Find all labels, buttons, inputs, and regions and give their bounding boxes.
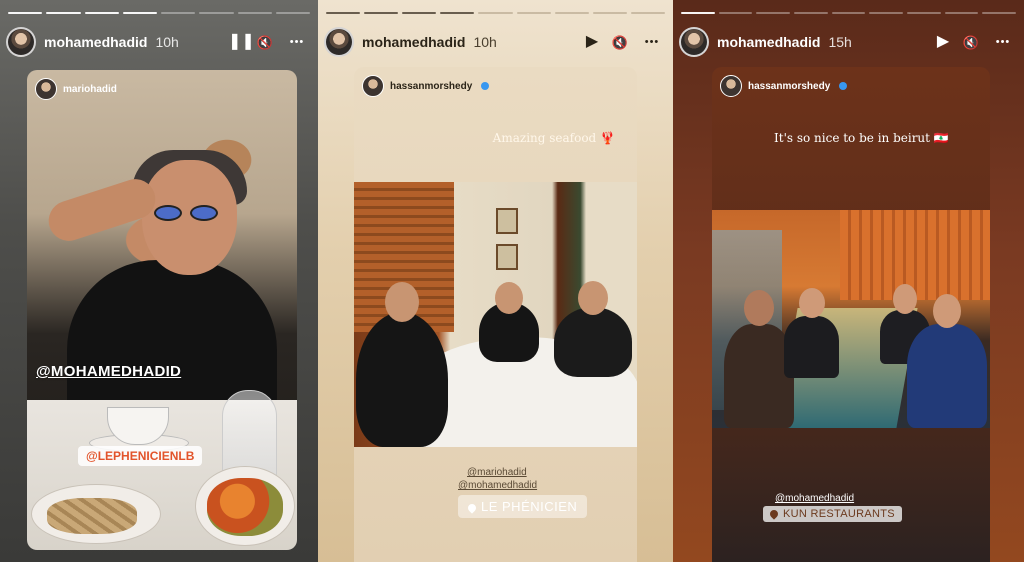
card-avatar [720, 75, 742, 97]
progress-segment [478, 12, 513, 14]
reshared-story-card[interactable]: hassanmorshedy Amazing seafood 🦞 @marioh… [354, 67, 637, 562]
play-icon[interactable]: ▶ [934, 34, 952, 50]
story-username[interactable]: mohamedhadid [362, 34, 465, 50]
mute-icon[interactable]: 🔇 [962, 36, 980, 49]
story-progress-bar [326, 12, 665, 14]
location-sticker[interactable]: KUN RESTAURANTS [763, 506, 902, 522]
progress-segment [199, 12, 234, 14]
mute-icon[interactable]: 🔇 [611, 36, 629, 49]
progress-segment [794, 12, 828, 14]
progress-segment [718, 12, 753, 14]
story-caption: It's so nice to be in beirut 🇱🇧 [774, 131, 949, 145]
story-caption: Amazing seafood 🦞 [492, 131, 615, 145]
progress-segment [982, 12, 1017, 14]
story-viewer: mohamedhadid 10h ❚❚ 🔇 ••• mariohadid @MO… [0, 0, 1024, 562]
progress-segment [630, 12, 665, 14]
card-author[interactable]: hassanmorshedy [362, 75, 490, 97]
progress-segment [46, 12, 81, 14]
story-timestamp: 10h [473, 34, 497, 50]
play-icon[interactable]: ▶ [583, 34, 601, 50]
story-header: mohamedhadid 10h ▶ 🔇 ••• [324, 26, 665, 58]
more-options-icon[interactable]: ••• [990, 36, 1016, 48]
story-photo [712, 210, 990, 428]
more-options-icon[interactable]: ••• [639, 36, 665, 48]
story-username[interactable]: mohamedhadid [44, 34, 147, 50]
progress-segment [756, 12, 791, 14]
progress-segment [84, 12, 119, 14]
mention-tag[interactable]: @mariohadid [467, 467, 527, 478]
food-plate-image [47, 498, 137, 534]
verified-badge-icon [481, 82, 490, 90]
card-username: hassanmorshedy [748, 80, 831, 92]
location-pin-icon [466, 501, 478, 514]
card-username: mariohadid [63, 83, 117, 95]
mention-tag[interactable]: @mohamedhadid [458, 480, 537, 491]
progress-segment [869, 12, 904, 14]
card-avatar [362, 75, 384, 97]
card-avatar [35, 78, 57, 100]
seafood-plate-image [207, 478, 283, 536]
story-photo [354, 182, 637, 447]
progress-segment [237, 12, 272, 14]
story-controls: ▶ 🔇 ••• [583, 34, 665, 50]
story-timestamp: 15h [828, 34, 852, 50]
progress-segment [907, 12, 941, 14]
progress-segment [364, 12, 399, 14]
story-progress-bar [681, 12, 1017, 14]
reshared-story-card[interactable]: hassanmorshedy It's so nice to be in bei… [712, 67, 990, 562]
reshared-story-card[interactable]: mariohadid [27, 70, 297, 550]
progress-segment [831, 12, 866, 14]
story-photo [43, 130, 277, 430]
more-options-icon[interactable]: ••• [284, 36, 310, 48]
story-controls: ❚❚ 🔇 ••• [228, 34, 310, 50]
story-panel-2[interactable]: mohamedhadid 10h ▶ 🔇 ••• hassanmorshedy … [318, 0, 673, 562]
story-username[interactable]: mohamedhadid [717, 34, 820, 50]
location-mention-sticker[interactable]: @LEPHENICIENLB [78, 446, 203, 466]
progress-segment [8, 12, 43, 14]
progress-segment [122, 12, 157, 14]
story-panel-1[interactable]: mohamedhadid 10h ❚❚ 🔇 ••• mariohadid @MO… [0, 0, 318, 562]
mention-text: @MOHAMEDHADID [36, 363, 182, 380]
mute-icon[interactable]: 🔇 [256, 36, 274, 49]
card-author[interactable]: mariohadid [35, 78, 117, 100]
story-header: mohamedhadid 10h ❚❚ 🔇 ••• [6, 26, 310, 58]
card-author[interactable]: hassanmorshedy [720, 75, 848, 97]
progress-segment [402, 12, 437, 14]
progress-segment [275, 12, 310, 14]
avatar[interactable] [679, 27, 709, 57]
progress-segment [440, 12, 475, 14]
progress-segment [161, 12, 196, 14]
avatar[interactable] [6, 27, 36, 57]
location-name: KUN RESTAURANTS [783, 508, 895, 520]
location-sticker[interactable]: LE PHÉNICIEN [458, 495, 588, 518]
mention-tag[interactable]: @mohamedhadid [775, 493, 854, 504]
mention-sticker[interactable]: @MOHAMEDHADID [36, 363, 181, 380]
progress-segment [516, 12, 551, 14]
progress-segment [554, 12, 589, 14]
location-name: LE PHÉNICIEN [481, 499, 578, 514]
story-header: mohamedhadid 15h ▶ 🔇 ••• [679, 26, 1016, 58]
card-username: hassanmorshedy [390, 80, 473, 92]
progress-segment [326, 12, 361, 14]
story-controls: ▶ 🔇 ••• [934, 34, 1016, 50]
progress-segment [681, 12, 715, 14]
pause-icon[interactable]: ❚❚ [228, 34, 255, 50]
story-timestamp: 10h [155, 34, 179, 50]
location-pin-icon [768, 508, 780, 520]
avatar[interactable] [324, 27, 354, 57]
progress-segment [592, 12, 627, 14]
story-progress-bar [8, 12, 310, 14]
verified-badge-icon [839, 82, 848, 90]
story-panel-3[interactable]: mohamedhadid 15h ▶ 🔇 ••• hassanmorshedy … [673, 0, 1024, 562]
progress-segment [944, 12, 979, 14]
